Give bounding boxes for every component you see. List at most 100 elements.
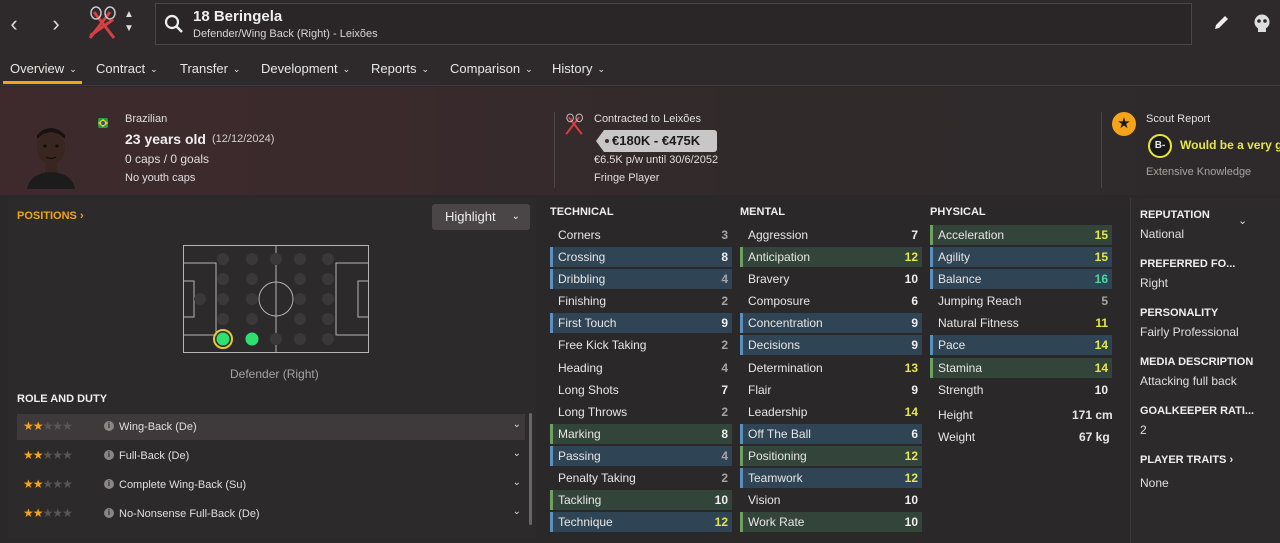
attribute-row[interactable]: Tackling 10 xyxy=(550,490,732,511)
attribute-row[interactable]: Agility 15 xyxy=(930,247,1112,268)
attribute-row[interactable]: Decisions 9 xyxy=(740,335,922,356)
weight-value: 67 kg xyxy=(1079,430,1110,444)
tab-history[interactable]: History ⌄ xyxy=(552,61,605,76)
attribute-row[interactable]: Penalty Taking 2 xyxy=(550,468,732,488)
attribute-row[interactable]: Determination 13 xyxy=(740,358,922,378)
technical-column: TECHNICAL Corners 3 Crossing 8 Dribbling 4 Fin… xyxy=(550,206,732,534)
attribute-row[interactable]: Stamina 14 xyxy=(930,357,1112,378)
tab-contract[interactable]: Contract ⌄ xyxy=(96,61,158,76)
attribute-row[interactable]: Technique 12 xyxy=(550,512,732,533)
attribute-value: 9 xyxy=(721,316,728,331)
attribute-name: Vision xyxy=(748,493,781,508)
attribute-row[interactable]: Marking 8 xyxy=(550,423,732,444)
reputation-chevron-icon[interactable]: ⌄ xyxy=(1238,214,1247,227)
staff-avatar-icon[interactable] xyxy=(1251,12,1273,34)
attribute-row[interactable]: Acceleration 15 xyxy=(930,225,1112,245)
chevron-down-icon[interactable]: ⌄ xyxy=(513,419,521,430)
attribute-row[interactable]: Vision 10 xyxy=(740,490,922,510)
role-row[interactable]: ★★★★★ i Full-Back (De) ⌄ xyxy=(17,443,525,469)
attribute-row[interactable]: Aggression 7 xyxy=(740,225,922,245)
transfer-value-tag[interactable]: €180K - €475K xyxy=(596,130,717,152)
club-crest-icon xyxy=(565,113,583,135)
chevron-down-icon[interactable]: ⌄ xyxy=(513,506,521,517)
attribute-name: Strength xyxy=(938,382,984,397)
forward-arrow-icon[interactable]: › xyxy=(44,10,68,38)
attribute-name: Dribbling xyxy=(558,272,606,287)
attribute-row[interactable]: Pace 14 xyxy=(930,335,1112,356)
attribute-row[interactable]: Strength 10 xyxy=(930,380,1112,400)
physical-title: PHYSICAL xyxy=(930,206,986,218)
player-switch-arrows[interactable]: ▲ ▼ xyxy=(122,8,136,36)
attribute-name: Marking xyxy=(558,426,601,441)
edit-icon[interactable] xyxy=(1210,12,1232,34)
attribute-row[interactable]: Heading 4 xyxy=(550,358,732,378)
attribute-row[interactable]: Jumping Reach 5 xyxy=(930,291,1112,311)
attribute-value: 10 xyxy=(1094,382,1108,397)
club-badge-icon[interactable] xyxy=(84,4,120,44)
attribute-value: 10 xyxy=(904,493,918,508)
attribute-value: 3 xyxy=(721,228,728,242)
info-side-panel xyxy=(1130,198,1280,543)
attribute-row[interactable]: Concentration 9 xyxy=(740,313,922,334)
position-label: Defender (Right) xyxy=(230,367,319,381)
tab-reports[interactable]: Reports ⌄ xyxy=(371,61,429,76)
info-icon[interactable]: i xyxy=(104,450,114,460)
chevron-down-icon[interactable]: ⌄ xyxy=(513,448,521,459)
mental-title: MENTAL xyxy=(740,206,786,218)
attribute-row[interactable]: Long Throws 2 xyxy=(550,402,732,422)
attribute-row[interactable]: Crossing 8 xyxy=(550,247,732,268)
attribute-name: Penalty Taking xyxy=(558,471,636,486)
attribute-row[interactable]: Natural Fitness 11 xyxy=(930,313,1112,333)
attribute-row[interactable]: Bravery 10 xyxy=(740,269,922,289)
tab-transfer[interactable]: Transfer ⌄ xyxy=(180,61,240,76)
star-filled-icon: ★ xyxy=(23,506,34,520)
player-traits-label[interactable]: PLAYER TRAITS › xyxy=(1140,454,1233,466)
attribute-row[interactable]: Finishing 2 xyxy=(550,291,732,311)
star-filled-icon: ★ xyxy=(32,419,44,433)
attribute-name: Long Shots xyxy=(558,382,619,397)
attribute-row[interactable]: Leadership 14 xyxy=(740,402,922,422)
role-row[interactable]: ★★★★★ i Wing-Back (De) ⌄ xyxy=(17,414,525,440)
highlight-dropdown[interactable]: Highlight ⌄ xyxy=(432,204,530,230)
scout-summary[interactable]: Would be a very g xyxy=(1180,138,1280,152)
info-icon[interactable]: i xyxy=(104,508,114,518)
chevron-down-icon[interactable]: ⌄ xyxy=(513,477,521,488)
role-row[interactable]: ★★★★★ i Complete Wing-Back (Su) ⌄ xyxy=(17,472,525,498)
tab-comparison[interactable]: Comparison ⌄ xyxy=(450,61,533,76)
attribute-value: 14 xyxy=(1094,338,1108,353)
technical-title: TECHNICAL xyxy=(550,206,614,218)
player-traits-value: None xyxy=(1140,476,1169,490)
attribute-row[interactable]: Flair 9 xyxy=(740,380,922,400)
attribute-row[interactable]: First Touch 9 xyxy=(550,313,732,334)
attribute-name: Agility xyxy=(938,250,971,265)
back-arrow-icon[interactable]: ‹ xyxy=(2,10,26,38)
attribute-row[interactable]: Anticipation 12 xyxy=(740,247,922,268)
positions-title[interactable]: POSITIONS › xyxy=(17,210,84,222)
attribute-row[interactable]: Positioning 12 xyxy=(740,445,922,466)
attribute-row[interactable]: Free Kick Taking 2 xyxy=(550,335,732,355)
attribute-row[interactable]: Long Shots 7 xyxy=(550,380,732,400)
tab-development[interactable]: Development ⌄ xyxy=(261,61,350,76)
attribute-row[interactable]: Teamwork 12 xyxy=(740,468,922,489)
attribute-row[interactable]: Dribbling 4 xyxy=(550,269,732,290)
attribute-row[interactable]: Balance 16 xyxy=(930,269,1112,290)
role-duty-title: ROLE AND DUTY xyxy=(17,393,108,405)
star-empty-icon: ★ xyxy=(52,419,63,433)
attribute-row[interactable]: Passing 4 xyxy=(550,445,732,466)
attribute-row[interactable]: Work Rate 10 xyxy=(740,512,922,533)
role-row[interactable]: ★★★★★ i No-Nonsense Full-Back (De) ⌄ xyxy=(17,501,525,527)
attribute-name: Natural Fitness xyxy=(938,316,1019,331)
info-icon[interactable]: i xyxy=(104,479,114,489)
roles-scrollbar[interactable] xyxy=(529,413,532,525)
info-icon[interactable]: i xyxy=(104,421,114,431)
role-star-rating: ★★★★★ xyxy=(23,477,73,491)
height-label: Height xyxy=(938,408,973,422)
star-empty-icon: ★ xyxy=(42,477,54,491)
attribute-row[interactable]: Off The Ball 6 xyxy=(740,423,922,444)
player-search-box[interactable]: 18 Beringela Defender/Wing Back (Right) … xyxy=(155,3,1192,45)
tab-overview[interactable]: Overview ⌄ xyxy=(10,61,77,76)
attribute-value: 11 xyxy=(1095,316,1108,331)
attribute-row[interactable]: Corners 3 xyxy=(550,225,732,245)
preferred-foot-label: PREFERRED FO... xyxy=(1140,258,1236,270)
attribute-row[interactable]: Composure 6 xyxy=(740,291,922,311)
